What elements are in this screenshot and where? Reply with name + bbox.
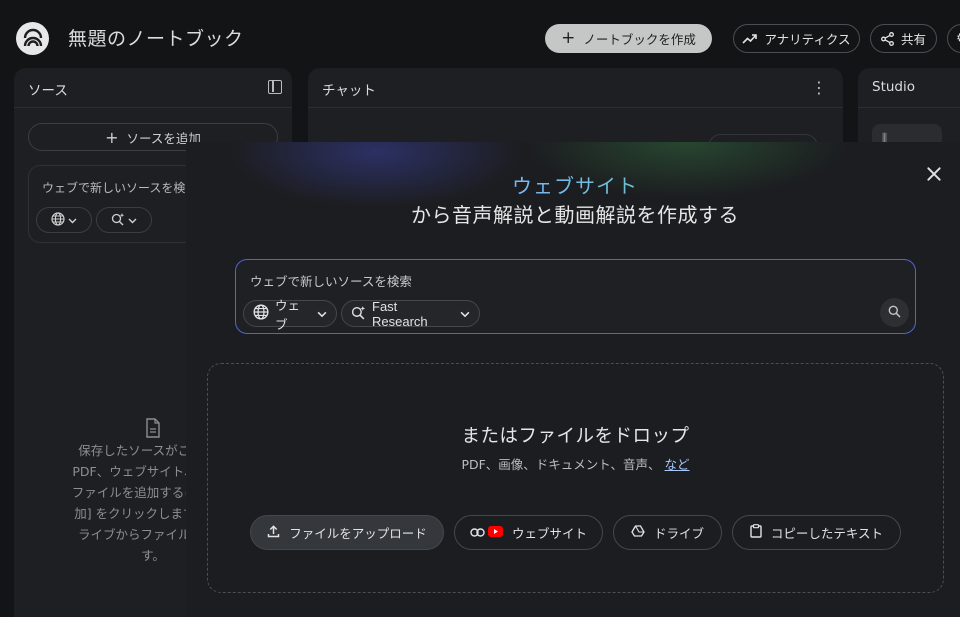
supported-types-text: PDF、画像、ドキュメント、音声、 <box>461 457 661 472</box>
share-button[interactable]: 共有 <box>870 24 937 53</box>
sources-research-chip[interactable] <box>96 207 152 233</box>
research-mode-label: Fast Research <box>372 298 428 329</box>
link-icon <box>470 525 485 540</box>
add-drive-button[interactable]: ドライブ <box>613 515 722 550</box>
chevron-down-icon <box>128 214 137 227</box>
create-notebook-label: ノートブックを作成 <box>583 32 696 47</box>
share-icon <box>881 31 894 46</box>
sources-web-chip[interactable] <box>36 207 92 233</box>
chevron-down-icon <box>317 306 327 321</box>
web-search-input[interactable]: ウェブで新しいソースを検索 <box>250 271 412 290</box>
globe-icon <box>51 211 65 229</box>
sources-search-placeholder: ウェブで新しいソースを検 <box>42 181 186 195</box>
drop-zone-subtitle: PDF、画像、ドキュメント、音声、 など <box>208 454 943 473</box>
share-label: 共有 <box>900 32 926 47</box>
add-website-button[interactable]: ウェブサイト <box>454 515 603 550</box>
web-source-label: ウェブ <box>275 297 301 332</box>
chat-panel-title: チャット <box>322 83 376 99</box>
paste-text-label: コピーしたテキスト <box>770 526 884 541</box>
dialog-heading-highlight: ウェブサイト <box>186 170 960 199</box>
paste-text-button[interactable]: コピーしたテキスト <box>732 515 901 550</box>
globe-icon <box>253 304 269 323</box>
youtube-icon <box>487 525 503 540</box>
studio-panel-header: Studio <box>858 68 960 108</box>
top-bar: 無題のノートブック + ノートブックを作成 アナリティクス 共有 ⚙ <box>0 0 960 68</box>
gear-icon: ⚙ <box>956 31 960 46</box>
add-drive-label: ドライブ <box>653 526 704 541</box>
chevron-down-icon <box>68 214 77 227</box>
trending-up-icon <box>742 33 758 45</box>
file-drop-zone[interactable]: またはファイルをドロップ PDF、画像、ドキュメント、音声、 など ファイルをア… <box>207 363 944 593</box>
dialog-heading: から音声解説と動画解説を作成する <box>411 203 739 227</box>
add-sources-dialog: ウェブサイト から音声解説と動画解説を作成する ウェブで新しいソースを検索 ウェ… <box>186 142 960 617</box>
studio-panel-title: Studio <box>872 79 915 95</box>
upload-icon <box>267 524 280 541</box>
search-spark-icon <box>111 212 125 229</box>
add-website-label: ウェブサイト <box>511 526 587 541</box>
analytics-button[interactable]: アナリティクス <box>733 24 860 53</box>
web-source-dropdown[interactable]: ウェブ <box>243 298 337 332</box>
clipboard-icon <box>750 524 762 541</box>
create-notebook-button[interactable]: + ノートブックを作成 <box>545 24 712 53</box>
notebook-title[interactable]: 無題のノートブック <box>68 24 244 51</box>
search-spark-icon <box>351 305 366 323</box>
drive-icon <box>631 525 645 540</box>
notebooklm-logo-icon[interactable] <box>16 22 49 55</box>
sources-panel-title: ソース <box>28 83 68 99</box>
collapse-panel-icon[interactable] <box>268 80 282 94</box>
chat-panel-header: チャット ⋮ <box>308 68 843 108</box>
more-types-link[interactable]: など <box>665 457 690 472</box>
search-submit-button[interactable] <box>880 298 909 327</box>
plus-icon: + <box>105 127 119 147</box>
plus-icon: + <box>561 28 576 48</box>
upload-file-button[interactable]: ファイルをアップロード <box>250 515 444 550</box>
more-vert-icon[interactable]: ⋮ <box>811 80 827 96</box>
search-icon <box>888 303 901 322</box>
document-icon <box>145 418 161 442</box>
settings-button[interactable]: ⚙ <box>947 24 960 53</box>
drop-zone-title: またはファイルをドロップ <box>461 426 690 447</box>
analytics-label: アナリティクス <box>764 32 851 47</box>
research-mode-dropdown[interactable]: Fast Research <box>341 298 480 329</box>
chevron-down-icon <box>460 306 470 321</box>
sources-panel-header: ソース <box>14 68 292 108</box>
web-search-box[interactable]: ウェブで新しいソースを検索 ウェブ Fast Research <box>235 259 916 334</box>
upload-file-label: ファイルをアップロード <box>289 526 427 541</box>
